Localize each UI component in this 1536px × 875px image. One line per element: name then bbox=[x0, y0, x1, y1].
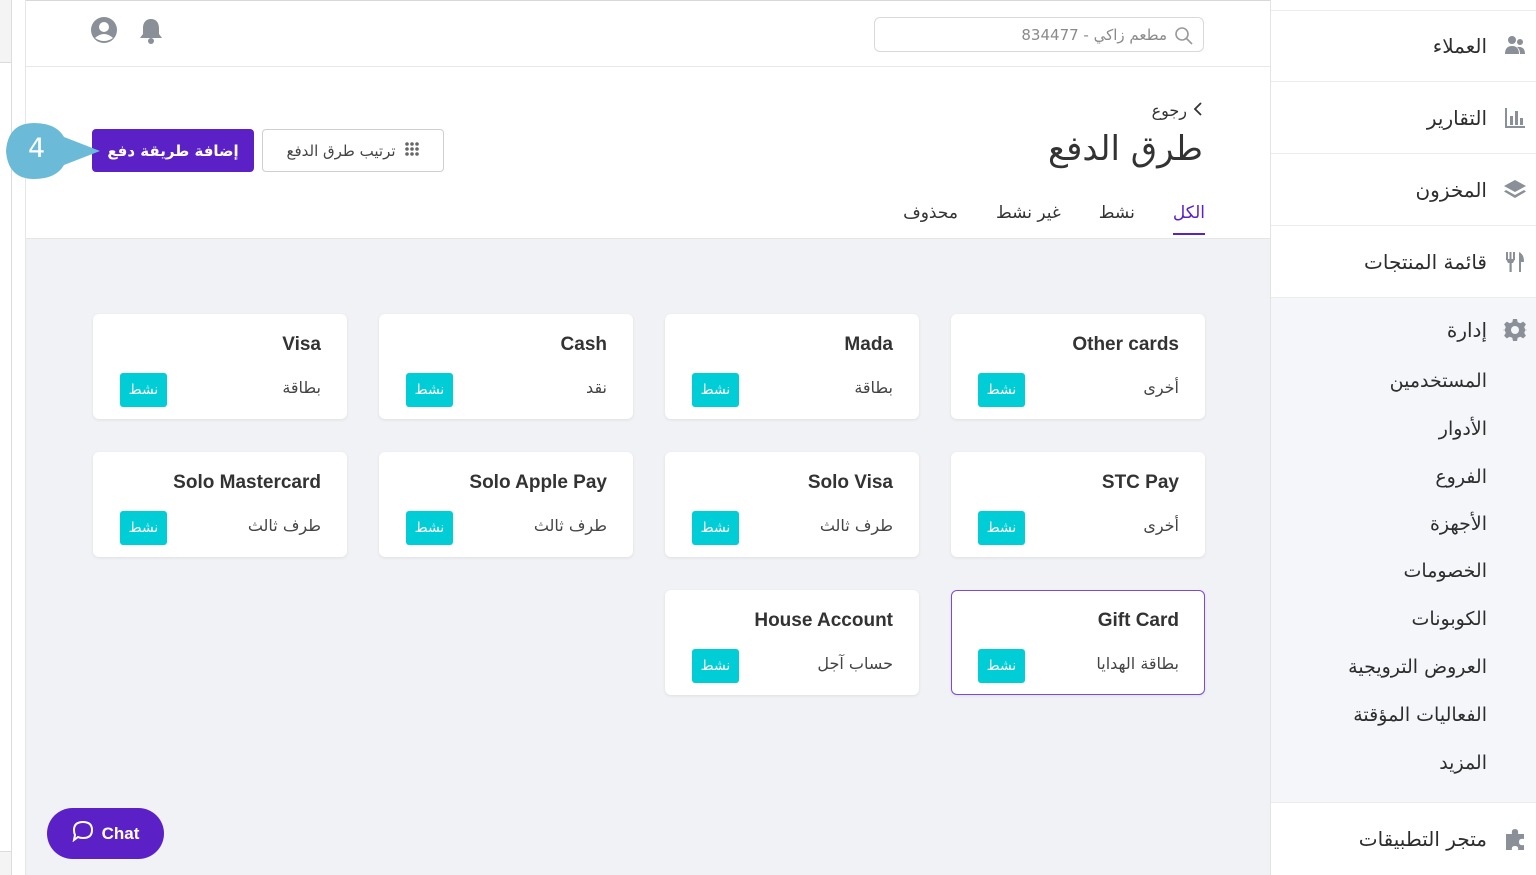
admin-section: إدارة المستخدمين الأدوار الفروع الأجهزة … bbox=[1271, 298, 1536, 802]
inventory-icon bbox=[1503, 178, 1527, 202]
sidebar-subitem-devices[interactable]: الأجهزة bbox=[1430, 513, 1487, 535]
payment-method-name: Other cards bbox=[1072, 334, 1179, 355]
payment-method-type: طرف ثالث bbox=[819, 516, 893, 535]
payment-method-name: Solo Visa bbox=[807, 472, 893, 493]
status-tabs: الكل نشط غير نشط محذوف bbox=[903, 203, 1205, 235]
payment-method-name: Visa bbox=[282, 334, 321, 355]
payment-method-name: Solo Mastercard bbox=[173, 472, 321, 493]
payment-method-type: بطاقة bbox=[282, 378, 321, 397]
fork-knife-icon bbox=[1503, 250, 1527, 274]
payment-method-type: نقد bbox=[586, 378, 607, 397]
sidebar-item-label: التقارير bbox=[1426, 105, 1487, 130]
sidebar-item-admin[interactable]: إدارة bbox=[1446, 318, 1528, 342]
payment-method-card[interactable]: Visa بطاقة نشط bbox=[93, 314, 347, 419]
search-input[interactable] bbox=[887, 24, 1167, 46]
step-callout: 4 bbox=[4, 121, 104, 181]
sidebar-item-label: متجر التطبيقات bbox=[1358, 826, 1487, 851]
payment-method-type: أخرى bbox=[1143, 378, 1179, 397]
tab-deleted[interactable]: محذوف bbox=[903, 203, 958, 235]
payment-method-type: طرف ثالث bbox=[533, 516, 607, 535]
payment-method-name: Solo Apple Pay bbox=[469, 472, 607, 493]
payment-method-card[interactable]: Mada بطاقة نشط bbox=[665, 314, 919, 419]
status-badge: نشط bbox=[120, 373, 167, 407]
tab-inactive[interactable]: غير نشط bbox=[996, 203, 1061, 235]
notification-bell-icon[interactable] bbox=[138, 16, 166, 44]
sidebar-item-menu[interactable]: قائمة المنتجات bbox=[1271, 226, 1536, 298]
customers-icon bbox=[1503, 34, 1527, 58]
status-badge: نشط bbox=[978, 373, 1025, 407]
chevron-left-icon bbox=[1193, 101, 1203, 120]
chat-bubble-icon bbox=[72, 820, 94, 847]
sidebar-item-inventory[interactable]: المخزون bbox=[1271, 154, 1536, 226]
status-badge: نشط bbox=[406, 511, 453, 545]
status-badge: نشط bbox=[978, 511, 1025, 545]
chat-button[interactable]: Chat bbox=[47, 808, 164, 859]
sidebar-subitem-roles[interactable]: الأدوار bbox=[1439, 418, 1487, 440]
add-payment-method-button[interactable]: إضافة طريقة دفع bbox=[92, 129, 254, 172]
payment-method-card[interactable]: House Account حساب آجل نشط bbox=[665, 590, 919, 695]
payment-method-card-selected[interactable]: Gift Card بطاقة الهدايا نشط bbox=[951, 590, 1205, 695]
sidebar-item-app-store[interactable]: متجر التطبيقات bbox=[1271, 802, 1536, 874]
grid-dots-icon bbox=[404, 141, 420, 161]
gear-icon bbox=[1502, 318, 1528, 342]
payment-method-card[interactable]: Cash نقد نشط bbox=[379, 314, 633, 419]
sidebar: العملاء التقارير المخزون قائمة المنتجات … bbox=[1270, 0, 1536, 875]
sidebar-item-label: العملاء bbox=[1432, 34, 1487, 58]
step-number: 4 bbox=[28, 133, 46, 164]
status-badge: نشط bbox=[692, 649, 739, 683]
payment-method-type: حساب آجل bbox=[817, 654, 893, 673]
payment-methods-grid: Other cards أخرى نشط Mada بطاقة نشط Cash… bbox=[91, 314, 1205, 695]
sort-button-label: ترتيب طرق الدفع bbox=[286, 141, 396, 160]
chat-label: Chat bbox=[101, 823, 140, 843]
payment-method-name: House Account bbox=[754, 610, 893, 631]
payment-method-type: أخرى bbox=[1143, 516, 1179, 535]
back-link[interactable]: رجوع bbox=[1152, 101, 1203, 120]
sidebar-subitem-more[interactable]: المزيد bbox=[1439, 752, 1487, 774]
search-icon bbox=[1174, 26, 1194, 46]
payment-method-name: Gift Card bbox=[1097, 610, 1179, 631]
sidebar-item-label: المخزون bbox=[1415, 177, 1487, 202]
sidebar-subitem-promotions[interactable]: العروض الترويجية bbox=[1348, 656, 1487, 678]
sidebar-item-customers[interactable]: العملاء bbox=[1271, 10, 1536, 82]
payment-method-name: STC Pay bbox=[1101, 472, 1179, 493]
status-badge: نشط bbox=[692, 373, 739, 407]
page-header: رجوع طرق الدفع ترتيب طرق الدفع إضافة طري… bbox=[26, 67, 1271, 239]
sidebar-subitem-coupons[interactable]: الكوبونات bbox=[1412, 608, 1487, 630]
payment-method-card[interactable]: STC Pay أخرى نشط bbox=[951, 452, 1205, 557]
status-badge: نشط bbox=[978, 649, 1025, 683]
sidebar-item-label: إدارة bbox=[1446, 318, 1487, 342]
sidebar-subitem-branches[interactable]: الفروع bbox=[1435, 466, 1487, 488]
payment-method-type: بطاقة bbox=[854, 378, 893, 397]
status-badge: نشط bbox=[120, 511, 167, 545]
tab-all[interactable]: الكل bbox=[1172, 203, 1205, 235]
page-title: طرق الدفع bbox=[1047, 129, 1203, 169]
user-avatar-icon[interactable] bbox=[90, 16, 118, 44]
payment-method-card[interactable]: Solo Visa طرف ثالث نشط bbox=[665, 452, 919, 557]
sidebar-subitem-timed-events[interactable]: الفعاليات المؤقتة bbox=[1353, 704, 1487, 726]
payment-method-card[interactable]: Solo Mastercard طرف ثالث نشط bbox=[93, 452, 347, 557]
sidebar-item-label: قائمة المنتجات bbox=[1364, 249, 1487, 274]
sort-payment-methods-button[interactable]: ترتيب طرق الدفع bbox=[262, 129, 444, 172]
top-bar bbox=[26, 0, 1271, 67]
main-content: رجوع طرق الدفع ترتيب طرق الدفع إضافة طري… bbox=[25, 0, 1271, 875]
search-box[interactable] bbox=[874, 17, 1204, 52]
back-label: رجوع bbox=[1151, 101, 1187, 120]
payment-method-name: Mada bbox=[844, 334, 893, 355]
puzzle-icon bbox=[1503, 827, 1527, 851]
payment-method-card[interactable]: Other cards أخرى نشط bbox=[951, 314, 1205, 419]
sidebar-subitem-users[interactable]: المستخدمين bbox=[1390, 370, 1487, 392]
tab-active[interactable]: نشط bbox=[1099, 203, 1135, 235]
reports-icon bbox=[1503, 106, 1527, 130]
sidebar-item-reports[interactable]: التقارير bbox=[1271, 82, 1536, 154]
payment-method-card[interactable]: Solo Apple Pay طرف ثالث نشط bbox=[379, 452, 633, 557]
status-badge: نشط bbox=[692, 511, 739, 545]
payment-method-type: طرف ثالث bbox=[247, 516, 321, 535]
payment-method-type: بطاقة الهدايا bbox=[1096, 654, 1179, 673]
payment-method-name: Cash bbox=[560, 334, 607, 355]
status-badge: نشط bbox=[406, 373, 453, 407]
sidebar-subitem-discounts[interactable]: الخصومات bbox=[1404, 560, 1487, 582]
